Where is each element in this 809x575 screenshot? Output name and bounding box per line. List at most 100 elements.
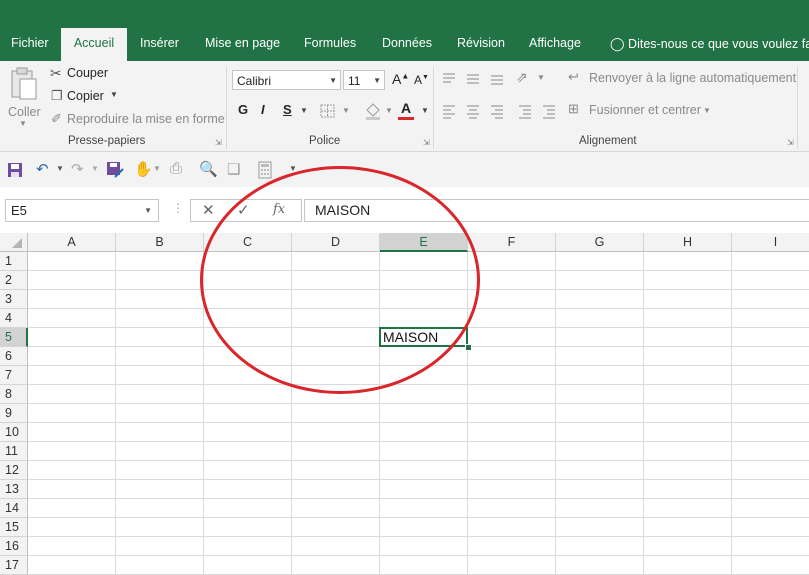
redo-dropdown-icon[interactable]: ▼ bbox=[91, 164, 99, 173]
copy-icon: ❐ bbox=[51, 88, 63, 103]
underline-dropdown-icon[interactable]: ▼ bbox=[300, 106, 308, 115]
row-header-7[interactable]: 7 bbox=[0, 366, 28, 385]
row-header-16[interactable]: 16 bbox=[0, 537, 28, 556]
select-all-button[interactable] bbox=[0, 233, 28, 252]
horizontal-align-icons[interactable] bbox=[441, 104, 557, 120]
column-header-h[interactable]: H bbox=[644, 233, 732, 252]
font-color-button[interactable]: A bbox=[398, 99, 418, 121]
paste-button[interactable]: Coller ▼ bbox=[8, 67, 42, 128]
format-painter-button[interactable]: ✐ Reproduire la mise en forme bbox=[50, 111, 225, 129]
orientation-icon[interactable]: ⇗ bbox=[516, 69, 528, 86]
tab-inserer[interactable]: Insérer bbox=[140, 28, 179, 61]
column-header-f[interactable]: F bbox=[468, 233, 556, 252]
column-header-g[interactable]: G bbox=[556, 233, 644, 252]
column-header-i[interactable]: I bbox=[732, 233, 809, 252]
font-launcher-icon[interactable]: ⇲ bbox=[423, 138, 430, 147]
print-icon[interactable]: ⎙ bbox=[170, 160, 182, 177]
row-header-9[interactable]: 9 bbox=[0, 404, 28, 423]
clipboard-launcher-icon[interactable]: ⇲ bbox=[215, 138, 222, 147]
touch-mode-icon[interactable]: ✋ bbox=[134, 160, 153, 178]
print-preview-icon[interactable]: 🔍 bbox=[199, 160, 218, 178]
font-size-select[interactable]: 11 ▼ bbox=[343, 70, 385, 90]
row-gridline bbox=[28, 479, 809, 480]
tab-formules[interactable]: Formules bbox=[304, 28, 356, 61]
grow-font-button[interactable]: A▲ bbox=[392, 71, 409, 87]
quick-print-icon[interactable]: ❏ bbox=[227, 160, 240, 178]
clipboard-group-label: Presse-papiers bbox=[68, 135, 146, 147]
save-icon[interactable] bbox=[7, 162, 23, 178]
font-size-value: 11 bbox=[348, 74, 361, 88]
alignment-launcher-icon[interactable]: ⇲ bbox=[787, 138, 794, 147]
customize-qat-icon[interactable]: ▼ bbox=[289, 164, 297, 173]
calculator-icon[interactable] bbox=[258, 161, 272, 179]
column-header-c[interactable]: C bbox=[204, 233, 292, 252]
save-as-icon[interactable] bbox=[106, 161, 124, 179]
row-header-13[interactable]: 13 bbox=[0, 480, 28, 499]
column-gridline bbox=[203, 252, 204, 575]
tab-donnees[interactable]: Données bbox=[382, 28, 432, 61]
tab-revision[interactable]: Révision bbox=[457, 28, 505, 61]
borders-icon[interactable] bbox=[320, 104, 336, 118]
column-gridline bbox=[555, 252, 556, 575]
row-gridline bbox=[28, 365, 809, 366]
row-header-1[interactable]: 1 bbox=[0, 252, 28, 271]
row-header-5[interactable]: 5 bbox=[0, 328, 28, 347]
row-header-2[interactable]: 2 bbox=[0, 271, 28, 290]
copy-button[interactable]: ❐ Copier ▼ bbox=[50, 88, 130, 106]
row-header-10[interactable]: 10 bbox=[0, 423, 28, 442]
orientation-dropdown-icon[interactable]: ▼ bbox=[537, 73, 545, 82]
row-header-6[interactable]: 6 bbox=[0, 347, 28, 366]
fill-color-dropdown-icon[interactable]: ▼ bbox=[385, 106, 393, 115]
row-header-4[interactable]: 4 bbox=[0, 309, 28, 328]
formula-bar-splitter-icon[interactable]: ⋮ bbox=[172, 201, 184, 215]
row-header-15[interactable]: 15 bbox=[0, 518, 28, 537]
column-header-a[interactable]: A bbox=[28, 233, 116, 252]
font-color-dropdown-icon[interactable]: ▼ bbox=[421, 106, 429, 115]
row-header-11[interactable]: 11 bbox=[0, 442, 28, 461]
column-gridline bbox=[467, 252, 468, 575]
column-header-d[interactable]: D bbox=[292, 233, 380, 252]
column-gridline bbox=[291, 252, 292, 575]
active-cell[interactable]: MAISON bbox=[379, 327, 468, 347]
row-header-14[interactable]: 14 bbox=[0, 499, 28, 518]
fill-color-icon[interactable] bbox=[364, 102, 382, 120]
copy-dropdown-icon[interactable]: ▼ bbox=[110, 90, 118, 99]
paste-dropdown-icon[interactable]: ▼ bbox=[19, 119, 27, 128]
cancel-icon[interactable]: ✕ bbox=[202, 201, 215, 219]
merge-center-dropdown-icon: ▼ bbox=[703, 106, 711, 115]
formula-input[interactable]: MAISON bbox=[304, 199, 809, 222]
merge-center-button[interactable]: ⊞ Fusionner et centrer ▼ bbox=[568, 101, 718, 120]
tell-me-box[interactable]: ◯ Dites-nous ce que vous voulez faire bbox=[610, 28, 809, 61]
touch-mode-dropdown-icon[interactable]: ▼ bbox=[153, 164, 161, 173]
row-header-17[interactable]: 17 bbox=[0, 556, 28, 575]
tab-accueil[interactable]: Accueil bbox=[61, 28, 127, 61]
wrap-text-icon: ↩ bbox=[568, 69, 579, 84]
column-header-b[interactable]: B bbox=[116, 233, 204, 252]
tab-fichier[interactable]: Fichier bbox=[11, 28, 49, 61]
name-box[interactable]: E5 ▼ bbox=[5, 199, 159, 222]
tab-affichage[interactable]: Affichage bbox=[529, 28, 581, 61]
fill-handle[interactable] bbox=[465, 344, 472, 351]
font-name-select[interactable]: Calibri ▼ bbox=[232, 70, 341, 90]
tab-mise-en-page[interactable]: Mise en page bbox=[205, 28, 280, 61]
column-header-e[interactable]: E bbox=[380, 233, 468, 252]
enter-icon[interactable]: ✓ bbox=[237, 201, 250, 219]
row-header-12[interactable]: 12 bbox=[0, 461, 28, 480]
row-gridline bbox=[28, 517, 809, 518]
worksheet-grid[interactable]: A B C D E F G H I 1 2 3 4 5 6 7 8 9 10 11 12 13 14 15 16 17 MAISO… bbox=[0, 233, 809, 575]
undo-dropdown-icon[interactable]: ▼ bbox=[56, 164, 64, 173]
quick-access-toolbar: ↶ ▼ ↷ ▼ ✋ ▼ ⎙ 🔍 ❏ ▼ bbox=[0, 152, 809, 187]
shrink-font-button[interactable]: A▼ bbox=[414, 73, 429, 87]
redo-icon[interactable]: ↷ bbox=[71, 160, 84, 178]
vertical-align-icons[interactable] bbox=[441, 71, 521, 87]
underline-button[interactable]: S bbox=[283, 102, 292, 117]
row-header-8[interactable]: 8 bbox=[0, 385, 28, 404]
wrap-text-button[interactable]: ↩ Renvoyer à la ligne automatiquement bbox=[568, 69, 796, 88]
borders-dropdown-icon[interactable]: ▼ bbox=[342, 106, 350, 115]
undo-icon[interactable]: ↶ bbox=[36, 160, 49, 178]
name-box-value: E5 bbox=[11, 203, 27, 218]
bold-button[interactable]: G bbox=[238, 102, 248, 117]
italic-button[interactable]: I bbox=[261, 102, 265, 117]
insert-function-button[interactable]: fx bbox=[273, 202, 285, 217]
row-header-3[interactable]: 3 bbox=[0, 290, 28, 309]
